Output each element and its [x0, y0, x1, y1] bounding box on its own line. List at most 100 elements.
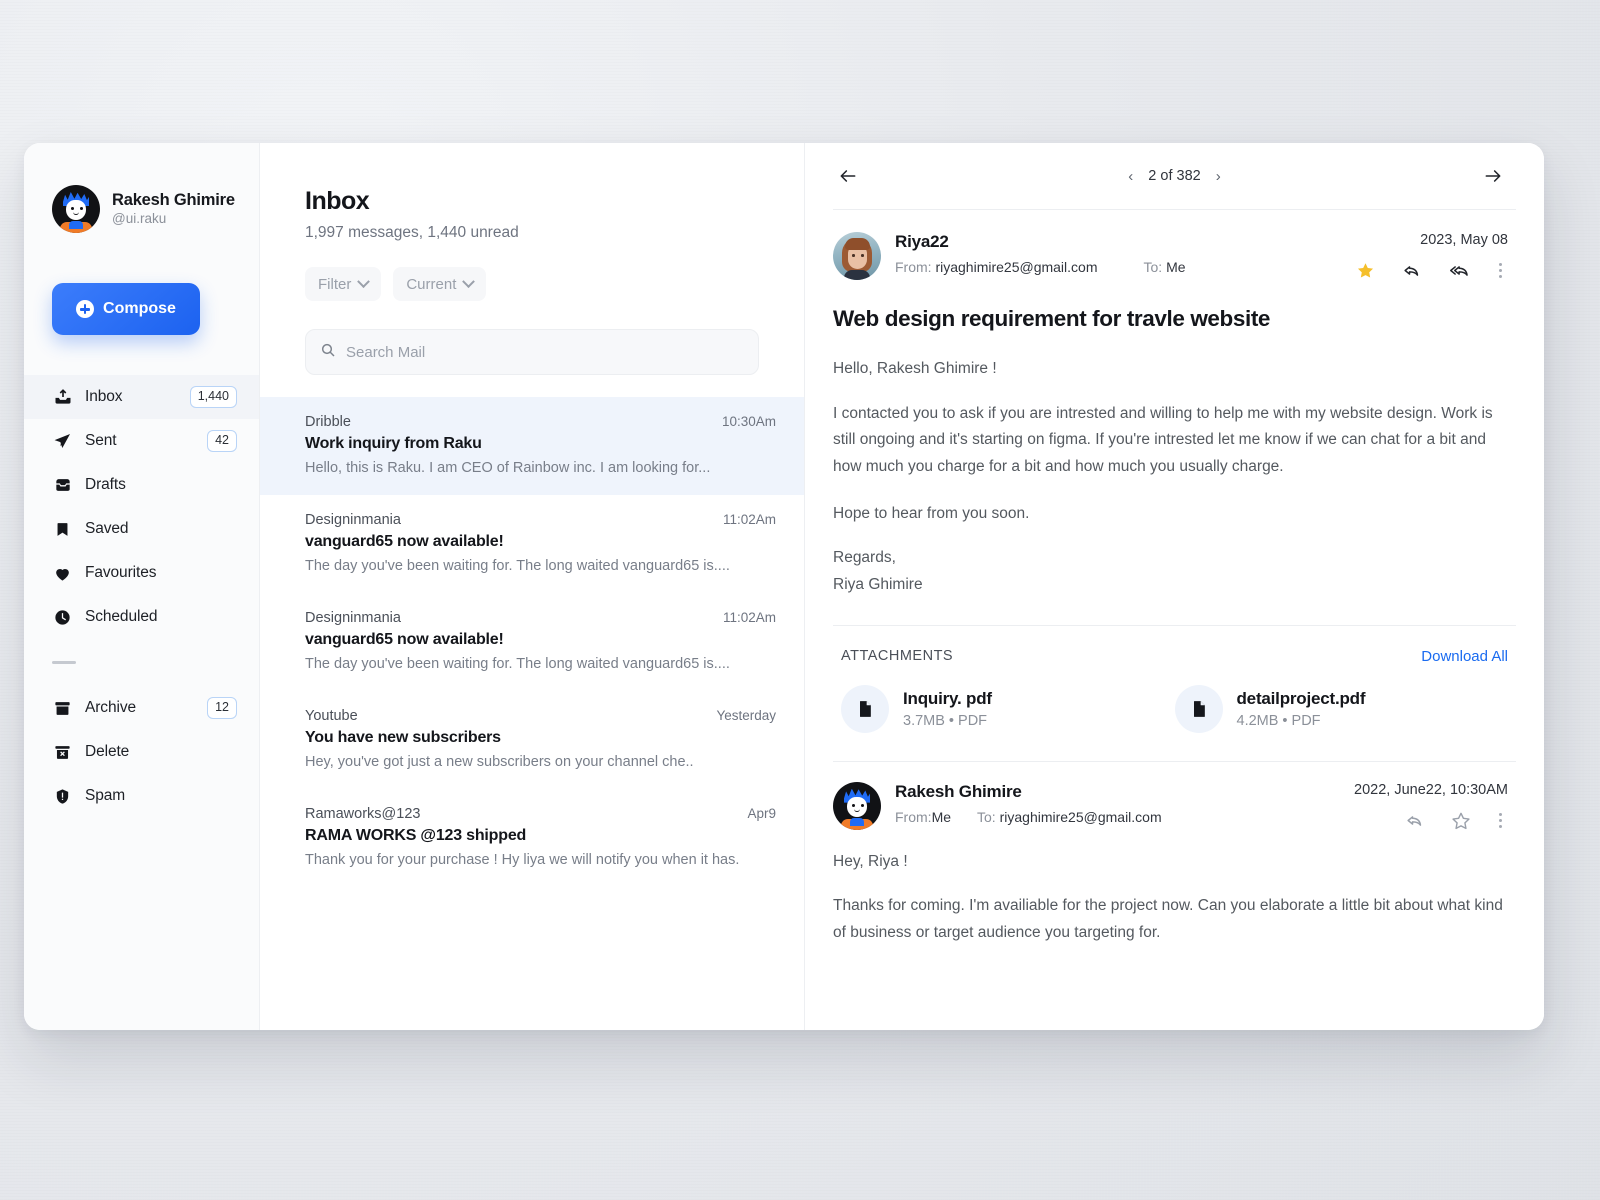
reader-pane: ‹ 2 of 382 › Riya22 From: riyaghimire25@… — [805, 143, 1544, 1030]
body-greeting: Hello, Rakesh Ghimire ! — [833, 360, 997, 377]
sidebar-item-label: Delete — [85, 743, 130, 760]
message-date: 2022, June22, 10:30AM — [1354, 781, 1508, 798]
filter-dropdown[interactable]: Filter — [305, 267, 382, 301]
mail-preview: Hello, this is Raku. I am CEO of Rainbow… — [305, 460, 711, 476]
sender-name: Riya22 — [895, 232, 949, 251]
sidebar-item-saved[interactable]: Saved — [24, 507, 259, 551]
attachment-item[interactable]: Inquiry. pdf 3.7MB • PDF — [841, 684, 1175, 733]
sidebar-item-favourites[interactable]: Favourites — [24, 551, 259, 595]
mail-app-window: Rakesh Ghimire @ui.raku Compose Inbox 1,… — [24, 143, 1544, 1030]
sidebar-badge: 1,440 — [189, 386, 237, 408]
list-item[interactable]: Designinmania 11:02Am vanguard65 now ava… — [260, 593, 804, 691]
prev-message-button[interactable]: ‹ — [1126, 167, 1135, 186]
sidebar-divider — [52, 661, 76, 664]
sidebar-item-delete[interactable]: Delete — [24, 730, 259, 774]
sidebar-badge: 12 — [207, 697, 237, 719]
attachments-label: ATTACHMENTS — [841, 648, 954, 665]
body-greeting: Hey, Riya ! — [833, 852, 908, 870]
recipient: To: Me — [1144, 259, 1186, 275]
filter-dropdown-label: Filter — [318, 275, 352, 293]
from-label: From: — [895, 259, 932, 275]
attachment-meta: 3.7MB • PDF — [903, 712, 988, 729]
mail-subject: vanguard65 now available! — [305, 533, 504, 550]
chevron-down-icon — [462, 274, 476, 288]
sidebar-badge: 42 — [207, 430, 237, 452]
more-options-icon[interactable] — [1493, 260, 1508, 282]
more-options-icon[interactable] — [1493, 810, 1508, 832]
drafts-icon — [52, 475, 73, 496]
back-button[interactable] — [833, 162, 863, 190]
list-item[interactable]: Youtube Yesterday You have new subscribe… — [260, 691, 804, 789]
to-label: To: — [1143, 259, 1163, 275]
mail-preview: The day you've been waiting for. The lon… — [305, 656, 730, 672]
to-value: riyaghimire25@gmail.com — [999, 808, 1162, 825]
sidebar-nav: Inbox 1,440 Sent 42 Drafts Saved Favouri… — [24, 375, 259, 818]
download-all-button[interactable]: Download All — [1421, 648, 1508, 665]
inbox-icon — [52, 387, 73, 408]
from-value: riyaghimire25@gmail.com — [935, 259, 1098, 275]
sidebar-item-label: Archive — [85, 699, 136, 716]
mail-list-pane: Inbox 1,997 messages, 1,440 unread Filte… — [260, 143, 805, 1030]
reply-icon[interactable] — [1397, 257, 1426, 284]
attachment-item[interactable]: detailproject.pdf 4.2MB • PDF — [1174, 684, 1509, 733]
list-item[interactable]: Designinmania 11:02Am vanguard65 now ava… — [260, 495, 804, 593]
sidebar-item-scheduled[interactable]: Scheduled — [24, 595, 259, 639]
message-header: Riya22 From: riyaghimire25@gmail.com To:… — [805, 210, 1544, 304]
sidebar-item-archive[interactable]: Archive 12 — [24, 686, 259, 730]
message-counts: 1,997 messages, 1,440 unread — [305, 224, 519, 241]
pager-text: 2 of 382 — [1148, 168, 1201, 184]
attachments-list: Inquiry. pdf 3.7MB • PDF detailproject.p… — [805, 665, 1544, 733]
message-actions — [1352, 257, 1508, 284]
sidebar-item-label: Inbox — [85, 388, 123, 405]
chevron-down-icon — [357, 274, 371, 288]
sidebar-item-drafts[interactable]: Drafts — [24, 463, 259, 507]
forward-button[interactable] — [1478, 162, 1508, 190]
list-item[interactable]: Ramaworks@123 Apr9 RAMA WORKS @123 shipp… — [260, 789, 804, 887]
message-header: Rakesh Ghimire From:Me To: riyaghimire25… — [805, 762, 1544, 843]
profile-name: Rakesh Ghimire — [112, 190, 235, 209]
mail-sender: Youtube — [305, 708, 358, 724]
search-input[interactable] — [346, 343, 744, 361]
sidebar-item-inbox[interactable]: Inbox 1,440 — [24, 375, 259, 419]
mail-time: 10:30Am — [721, 414, 776, 429]
sidebar: Rakesh Ghimire @ui.raku Compose Inbox 1,… — [24, 143, 260, 1030]
body-signature: Riya Ghimire — [833, 575, 923, 593]
search-bar[interactable] — [305, 329, 759, 375]
sidebar-item-label: Sent — [85, 432, 117, 449]
star-icon[interactable] — [1447, 807, 1475, 835]
message-subject: Web design requirement for travle websit… — [833, 306, 1271, 331]
avatar — [52, 185, 100, 233]
compose-button[interactable]: Compose — [52, 283, 200, 335]
heart-icon — [52, 563, 73, 584]
mail-time: Yesterday — [716, 708, 776, 723]
archive-icon — [52, 698, 73, 719]
to-value: Me — [1166, 259, 1186, 275]
message-body: Hey, Riya ! Thanks for coming. I'm avail… — [805, 843, 1544, 947]
mail-preview: Thank you for your purchase ! Hy liya we… — [305, 852, 740, 868]
current-dropdown-label: Current — [406, 275, 457, 293]
sidebar-item-label: Scheduled — [85, 608, 158, 625]
clock-icon — [52, 607, 73, 628]
sidebar-item-spam[interactable]: Spam — [24, 774, 259, 818]
reader-toolbar: ‹ 2 of 382 › — [805, 143, 1544, 209]
spam-icon — [52, 786, 73, 807]
plus-icon — [76, 300, 95, 318]
mail-preview: Hey, you've got just a new subscribers o… — [305, 754, 694, 770]
mail-subject: You have new subscribers — [305, 729, 501, 746]
reply-icon[interactable] — [1400, 807, 1429, 834]
star-icon[interactable] — [1352, 257, 1379, 284]
sidebar-item-label: Saved — [85, 520, 129, 537]
avatar — [833, 781, 881, 830]
current-dropdown[interactable]: Current — [393, 267, 487, 301]
message-date: 2023, May 08 — [1420, 232, 1508, 248]
mail-preview: The day you've been waiting for. The lon… — [305, 558, 730, 574]
compose-label: Compose — [103, 300, 176, 317]
list-item[interactable]: Dribble 10:30Am Work inquiry from Raku H… — [260, 397, 804, 495]
sidebar-item-sent[interactable]: Sent 42 — [24, 419, 259, 463]
mail-sender: Designinmania — [305, 610, 401, 626]
profile-block[interactable]: Rakesh Ghimire @ui.raku — [24, 185, 259, 233]
next-message-button[interactable]: › — [1214, 167, 1223, 186]
body-paragraph: I contacted you to ask if you are intres… — [833, 404, 1493, 475]
from-value: Me — [931, 808, 952, 825]
reply-all-icon[interactable] — [1444, 257, 1475, 284]
